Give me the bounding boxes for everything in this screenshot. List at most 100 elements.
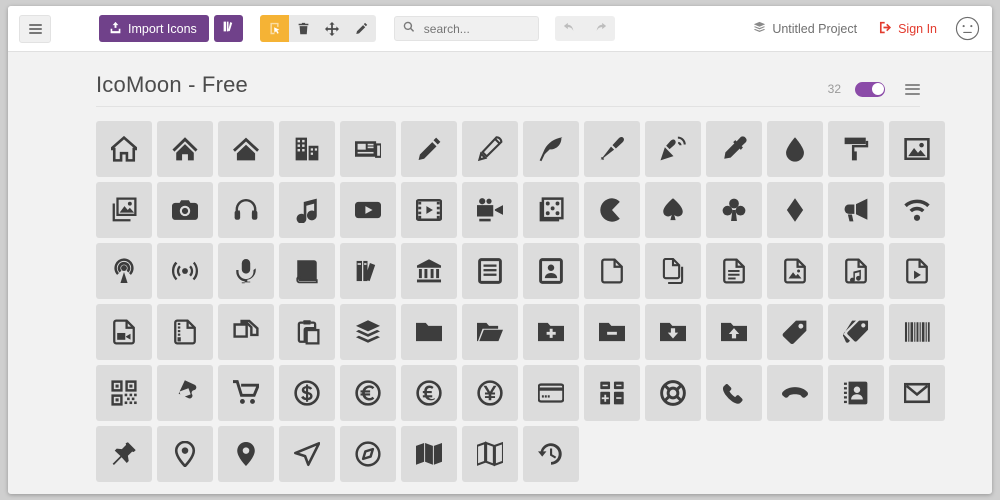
icon-cell-pen[interactable] bbox=[584, 121, 640, 177]
icon-cell-location2[interactable] bbox=[218, 426, 274, 482]
icon-cell-folder[interactable] bbox=[401, 304, 457, 360]
icon-cell-barcode[interactable] bbox=[889, 304, 945, 360]
icon-cell-file-empty[interactable] bbox=[584, 243, 640, 299]
icon-cell-paste[interactable] bbox=[279, 304, 335, 360]
set-menu-button[interactable] bbox=[905, 81, 920, 97]
icon-cell-file-play[interactable] bbox=[889, 243, 945, 299]
icon-cell-cart[interactable] bbox=[218, 365, 274, 421]
icon-cell-home2[interactable] bbox=[157, 121, 213, 177]
icon-cell-envelop[interactable] bbox=[889, 365, 945, 421]
icon-cell-podcast[interactable] bbox=[96, 243, 152, 299]
search-input[interactable] bbox=[421, 20, 530, 37]
icon-cell-coin-euro[interactable] bbox=[340, 365, 396, 421]
icon-cell-price-tag[interactable] bbox=[767, 304, 823, 360]
tool-delete[interactable] bbox=[289, 15, 318, 42]
icon-cell-images[interactable] bbox=[96, 182, 152, 238]
icon-cell-bullhorn[interactable] bbox=[828, 182, 884, 238]
calculator-icon bbox=[600, 381, 624, 405]
icon-cell-file-picture[interactable] bbox=[767, 243, 823, 299]
avatar[interactable] bbox=[955, 16, 980, 41]
icon-cell-map[interactable] bbox=[401, 426, 457, 482]
icon-cell-pencil2[interactable] bbox=[462, 121, 518, 177]
icon-cell-folder-plus[interactable] bbox=[523, 304, 579, 360]
icon-cell-eyedropper[interactable] bbox=[706, 121, 762, 177]
undo-button[interactable] bbox=[555, 16, 585, 41]
music-icon bbox=[296, 198, 317, 223]
icon-cell-file-video[interactable] bbox=[96, 304, 152, 360]
icon-cell-book[interactable] bbox=[279, 243, 335, 299]
set-toggle[interactable] bbox=[855, 81, 885, 97]
project-selector[interactable]: Untitled Project bbox=[753, 21, 857, 37]
icon-cell-copy[interactable] bbox=[218, 304, 274, 360]
icon-cell-price-tags[interactable] bbox=[828, 304, 884, 360]
icon-cell-folder-download[interactable] bbox=[645, 304, 701, 360]
icon-cell-compass[interactable] bbox=[279, 426, 335, 482]
icon-cell-history[interactable] bbox=[523, 426, 579, 482]
icon-cell-address-book[interactable] bbox=[828, 365, 884, 421]
icon-cell-film[interactable] bbox=[401, 182, 457, 238]
icon-cell-ticket[interactable] bbox=[157, 365, 213, 421]
icon-cell-files-empty[interactable] bbox=[645, 243, 701, 299]
icon-cell-coin-dollar[interactable] bbox=[279, 365, 335, 421]
icon-cell-coin-yen[interactable] bbox=[462, 365, 518, 421]
icon-cell-home3[interactable] bbox=[218, 121, 274, 177]
icon-cell-quill[interactable] bbox=[523, 121, 579, 177]
icon-cell-file-zip[interactable] bbox=[157, 304, 213, 360]
icon-library-button[interactable] bbox=[213, 15, 243, 42]
compass2-icon bbox=[355, 441, 381, 467]
icon-cell-clubs[interactable] bbox=[706, 182, 762, 238]
tool-select[interactable] bbox=[259, 15, 289, 42]
icon-cell-phone-hang-up[interactable] bbox=[767, 365, 823, 421]
icon-cell-file-music[interactable] bbox=[828, 243, 884, 299]
quill-icon bbox=[539, 137, 563, 162]
paste-icon bbox=[297, 320, 320, 345]
redo-button[interactable] bbox=[585, 16, 615, 41]
icon-cell-connection[interactable] bbox=[889, 182, 945, 238]
icon-cell-diamonds[interactable] bbox=[767, 182, 823, 238]
icon-cell-office[interactable] bbox=[279, 121, 335, 177]
icon-cell-image[interactable] bbox=[889, 121, 945, 177]
icon-cell-map2[interactable] bbox=[462, 426, 518, 482]
icon-cell-home[interactable] bbox=[96, 121, 152, 177]
icon-cell-dice[interactable] bbox=[523, 182, 579, 238]
tool-edit[interactable] bbox=[347, 15, 376, 42]
icon-cell-feed[interactable] bbox=[157, 243, 213, 299]
icon-cell-folder-open[interactable] bbox=[462, 304, 518, 360]
search-box[interactable] bbox=[393, 16, 539, 41]
tool-move[interactable] bbox=[318, 15, 347, 42]
icon-cell-pushpin[interactable] bbox=[96, 426, 152, 482]
main-menu-button[interactable] bbox=[19, 14, 51, 43]
icon-cell-paint-format[interactable] bbox=[828, 121, 884, 177]
icon-cell-play[interactable] bbox=[340, 182, 396, 238]
icon-cell-pacman[interactable] bbox=[584, 182, 640, 238]
icon-cell-calculator[interactable] bbox=[584, 365, 640, 421]
icon-cell-compass2[interactable] bbox=[340, 426, 396, 482]
icon-cell-qrcode[interactable] bbox=[96, 365, 152, 421]
icon-cell-lifebuoy[interactable] bbox=[645, 365, 701, 421]
icon-cell-headphones[interactable] bbox=[218, 182, 274, 238]
icon-cell-file-text[interactable] bbox=[462, 243, 518, 299]
icomoon-app-window: Import Icons search... Untitled Project … bbox=[8, 6, 992, 494]
icon-cell-mic[interactable] bbox=[218, 243, 274, 299]
icon-cell-folder-upload[interactable] bbox=[706, 304, 762, 360]
icon-cell-blog[interactable] bbox=[645, 121, 701, 177]
icon-cell-stack[interactable] bbox=[340, 304, 396, 360]
icon-cell-books[interactable] bbox=[340, 243, 396, 299]
icon-cell-credit-card[interactable] bbox=[523, 365, 579, 421]
icon-cell-camera[interactable] bbox=[157, 182, 213, 238]
sign-in-button[interactable]: Sign In bbox=[879, 21, 937, 37]
import-icons-button[interactable]: Import Icons bbox=[99, 15, 209, 42]
icon-cell-newspaper[interactable] bbox=[340, 121, 396, 177]
icon-cell-phone[interactable] bbox=[706, 365, 762, 421]
icon-cell-profile[interactable] bbox=[523, 243, 579, 299]
icon-cell-coin-pound[interactable] bbox=[401, 365, 457, 421]
icon-cell-droplet[interactable] bbox=[767, 121, 823, 177]
icon-cell-folder-minus[interactable] bbox=[584, 304, 640, 360]
icon-cell-file-text2[interactable] bbox=[706, 243, 762, 299]
icon-cell-pencil[interactable] bbox=[401, 121, 457, 177]
icon-cell-location[interactable] bbox=[157, 426, 213, 482]
icon-cell-library[interactable] bbox=[401, 243, 457, 299]
icon-cell-music[interactable] bbox=[279, 182, 335, 238]
icon-cell-spades[interactable] bbox=[645, 182, 701, 238]
icon-cell-video-camera[interactable] bbox=[462, 182, 518, 238]
